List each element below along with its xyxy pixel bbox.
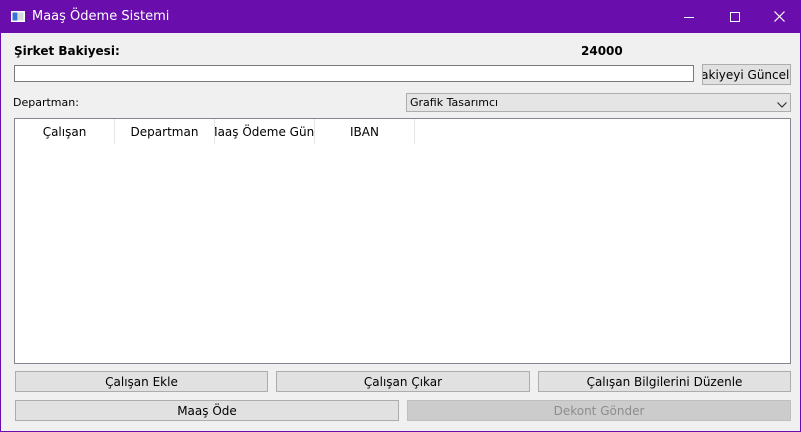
- minimize-button[interactable]: [666, 0, 712, 33]
- maximize-icon: [730, 11, 740, 22]
- department-label: Departman:: [13, 96, 79, 109]
- column-header-iban[interactable]: IBAN: [315, 119, 415, 144]
- app-window-icon: [11, 11, 25, 22]
- balance-label: Şirket Bakiyesi:: [14, 44, 120, 58]
- pay-salary-button[interactable]: Maaş Öde: [15, 400, 399, 421]
- app-window: Maaş Ödeme Sistemi Şirket Bakiyesi: 2400…: [0, 0, 801, 432]
- balance-input[interactable]: [14, 65, 694, 82]
- maximize-button[interactable]: [712, 0, 758, 33]
- column-header-employee[interactable]: Çalışan: [15, 119, 115, 144]
- column-header-payday[interactable]: Maaş Ödeme Günü: [215, 119, 315, 144]
- update-balance-button[interactable]: Bakiyeyi Güncelle: [702, 64, 791, 85]
- chevron-down-icon: [777, 98, 787, 108]
- close-icon: [773, 11, 785, 22]
- send-receipt-button[interactable]: Dekont Gönder: [407, 400, 791, 421]
- window-title: Maaş Ödeme Sistemi: [32, 9, 170, 24]
- edit-employee-button[interactable]: Çalışan Bilgilerini Düzenle: [538, 371, 791, 392]
- balance-value: 24000: [581, 44, 623, 58]
- department-select[interactable]: Grafik Tasarımcı: [406, 93, 791, 112]
- minimize-icon: [684, 16, 694, 18]
- title-bar[interactable]: Maaş Ödeme Sistemi: [1, 0, 801, 33]
- add-employee-button[interactable]: Çalışan Ekle: [15, 371, 268, 392]
- employee-table[interactable]: Çalışan Departman Maaş Ödeme Günü IBAN: [14, 118, 791, 364]
- close-button[interactable]: [756, 0, 801, 33]
- department-selected-value: Grafik Tasarımcı: [410, 96, 499, 109]
- column-header-department[interactable]: Departman: [115, 119, 215, 144]
- remove-employee-button[interactable]: Çalışan Çıkar: [276, 371, 530, 392]
